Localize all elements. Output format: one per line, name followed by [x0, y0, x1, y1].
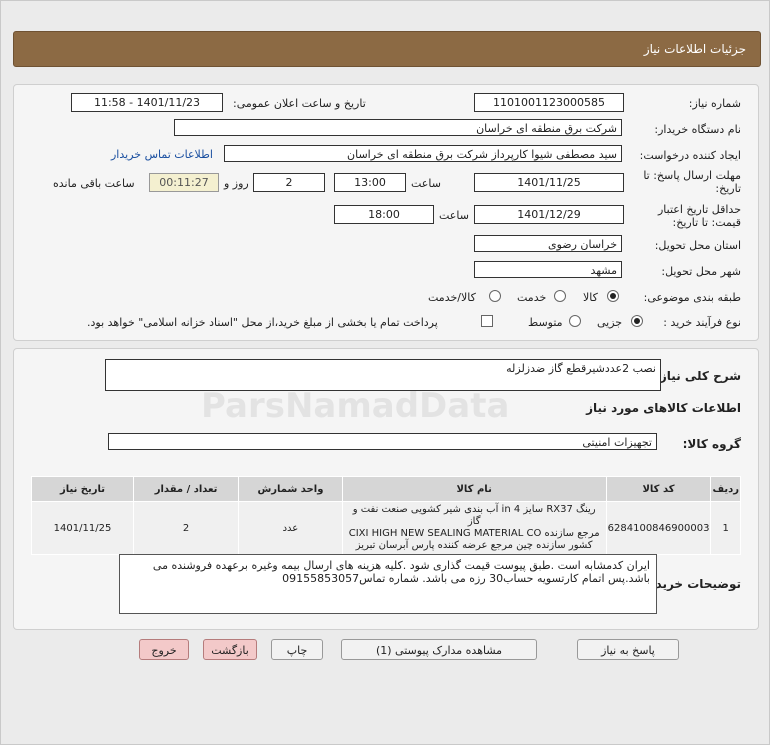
deadline-label: مهلت ارسال پاسخ: تا — [643, 169, 741, 182]
page-frame: جزئیات اطلاعات نیاز شماره نیاز: 11010011… — [0, 0, 770, 745]
cell-name-line1: رینگ RX37 سایز 4 in آب بندی شیر کشویی صن… — [352, 504, 596, 527]
cell-row: 1 — [710, 501, 741, 555]
announce-label: تاریخ و ساعت اعلان عمومی: — [233, 97, 366, 110]
category-service-radio[interactable] — [554, 290, 566, 302]
th-name: نام کالا — [341, 476, 607, 502]
validity-label: حداقل تاریخ اعتبار — [657, 203, 741, 216]
treasury-checkbox[interactable] — [481, 315, 493, 327]
th-code: کد کالا — [605, 476, 712, 502]
days-label: روز و — [224, 177, 249, 190]
validity-time-field: 18:00 — [334, 205, 434, 224]
validity-time-label: ساعت — [439, 209, 469, 222]
deadline-label-2: تاریخ: — [715, 182, 741, 195]
page-title: جزئیات اطلاعات نیاز — [643, 42, 746, 56]
process-medium-radio[interactable] — [569, 315, 581, 327]
validity-label-2: قیمت: تا تاریخ: — [672, 216, 741, 229]
payment-note: پرداخت تمام یا بخشی از مبلغ خرید،از محل … — [87, 316, 438, 329]
requester-label: ایجاد کننده درخواست: — [639, 149, 741, 162]
cell-name-line3: کشور سازنده چین مرجع عرضه کننده پارس آبر… — [355, 540, 593, 551]
need-number-label: شماره نیاز: — [688, 97, 741, 110]
process-minor-label: جزیی — [597, 316, 623, 329]
province-label: استان محل تحویل: — [654, 239, 741, 252]
back-button[interactable]: بازگشت — [203, 639, 257, 660]
page-header: جزئیات اطلاعات نیاز — [13, 31, 761, 67]
category-goods-radio[interactable] — [607, 290, 619, 302]
city-label: شهر محل تحویل: — [661, 265, 741, 278]
goods-info-title: اطلاعات کالاهای مورد نیاز — [586, 401, 741, 415]
process-minor-radio[interactable] — [631, 315, 643, 327]
category-both-label: کالا/خدمت — [428, 291, 476, 304]
announce-field: 1401/11/23 - 11:58 — [71, 93, 223, 112]
deadline-date-field: 1401/11/25 — [474, 173, 624, 192]
summary-label: شرح کلی نیاز: — [655, 369, 741, 383]
deadline-time-field: 13:00 — [334, 173, 406, 192]
table-header-row: ردیف کد کالا نام کالا واحد شمارش تعداد /… — [31, 476, 741, 502]
summary-field: نصب 2عددشیرقطع گاز ضدزلزله — [105, 359, 661, 391]
province-field: خراسان رضوی — [474, 235, 622, 252]
print-button[interactable]: چاپ — [271, 639, 323, 660]
cell-qty: 2 — [132, 501, 240, 555]
deadline-time-label: ساعت — [411, 177, 441, 190]
group-field: تجهیزات امنیتی — [108, 433, 657, 450]
process-medium-label: متوسط — [528, 316, 563, 329]
buyer-contact-link[interactable]: اطلاعات تماس خریدار — [111, 148, 213, 161]
buyer-org-label: نام دستگاه خریدار: — [654, 123, 741, 136]
table-row: 1 6284100846900003 رینگ RX37 سایز 4 in آ… — [31, 501, 741, 555]
cell-date: 1401/11/25 — [31, 501, 134, 555]
buyer-notes-field: ایران کدمشابه است .طبق پیوست قیمت گذاری … — [119, 554, 657, 614]
attachments-button[interactable]: مشاهده مدارک پیوستی (1) — [341, 639, 537, 660]
cell-name-line2: مرجع سازنده CIXI HIGH NEW SEALING MATERI… — [348, 528, 600, 539]
days-field: 2 — [253, 173, 325, 192]
cell-code: 6284100846900003 — [605, 501, 712, 555]
validity-date-field: 1401/12/29 — [474, 205, 624, 224]
category-both-radio[interactable] — [489, 290, 501, 302]
need-number-field: 1101001123000585 — [474, 93, 624, 112]
th-row: ردیف — [710, 476, 741, 502]
items-table: ردیف کد کالا نام کالا واحد شمارش تعداد /… — [31, 476, 741, 555]
th-unit: واحد شمارش — [238, 476, 343, 502]
reply-button[interactable]: پاسخ به نیاز — [577, 639, 679, 660]
cell-name: رینگ RX37 سایز 4 in آب بندی شیر کشویی صن… — [341, 501, 607, 555]
group-label: گروه کالا: — [682, 437, 741, 451]
buyer-org-field: شرکت برق منطقه ای خراسان — [174, 119, 622, 136]
requester-field: سید مصطفی شیوا کارپرداز شرکت برق منطقه ا… — [224, 145, 622, 162]
category-label: طبقه بندی موضوعی: — [643, 291, 741, 304]
remaining-time-field: 00:11:27 — [149, 173, 219, 192]
th-qty: تعداد / مقدار — [132, 476, 240, 502]
cell-unit: عدد — [238, 501, 343, 555]
remaining-label: ساعت باقی مانده — [53, 177, 135, 190]
city-field: مشهد — [474, 261, 622, 278]
category-service-label: خدمت — [517, 291, 547, 304]
exit-button[interactable]: خروج — [139, 639, 189, 660]
th-date: تاریخ نیاز — [31, 476, 134, 502]
process-label: نوع فرآیند خرید : — [663, 316, 741, 329]
category-goods-label: کالا — [583, 291, 598, 304]
